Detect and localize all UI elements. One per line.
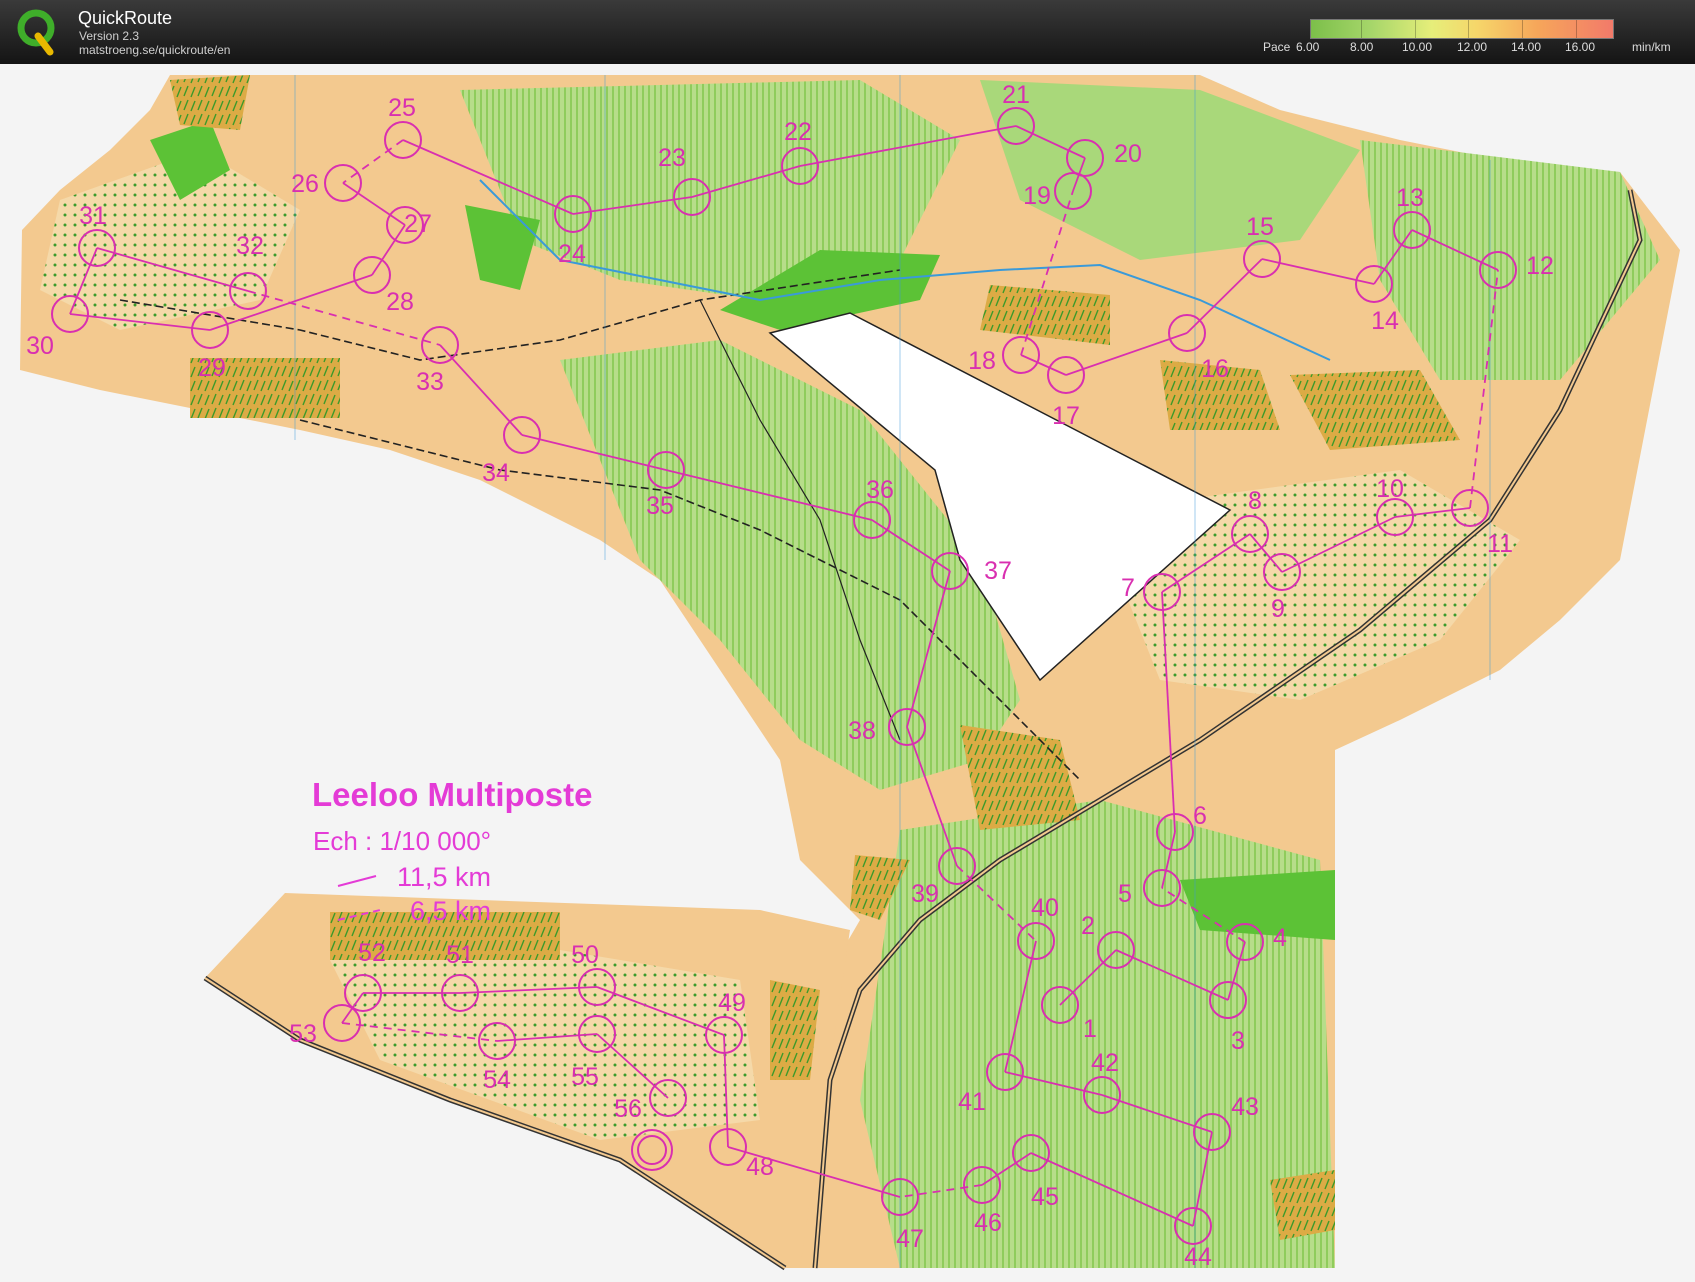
control-number: 45 — [1031, 1183, 1059, 1211]
control-number: 8 — [1248, 487, 1262, 515]
control-number: 31 — [79, 202, 107, 230]
control-number: 30 — [26, 332, 54, 360]
control-number: 49 — [718, 989, 746, 1017]
pace-tick: 8.00 — [1350, 40, 1374, 54]
pace-unit: min/km — [1632, 40, 1671, 54]
control-number: 46 — [974, 1209, 1002, 1237]
control-number: 5 — [1118, 880, 1132, 908]
map-legend-solid: 11,5 km — [397, 862, 492, 892]
control-number: 21 — [1002, 81, 1030, 109]
control-number: 41 — [958, 1088, 986, 1116]
app-version: Version 2.3 — [79, 29, 140, 43]
control-number: 23 — [658, 144, 686, 172]
app-header: QuickRoute Version 2.3 matstroeng.se/qui… — [0, 0, 1695, 64]
control-number: 14 — [1371, 307, 1399, 335]
map-legend-dashed: 6,5 km — [410, 896, 492, 926]
control-number: 26 — [291, 170, 319, 198]
control-number: 15 — [1246, 213, 1274, 241]
control-number: 48 — [746, 1153, 774, 1181]
pace-tick: 12.00 — [1457, 40, 1488, 54]
control-number: 20 — [1114, 140, 1142, 168]
solid-line-legend-icon — [337, 875, 377, 887]
control-number: 53 — [289, 1020, 317, 1048]
control-number: 39 — [911, 880, 939, 908]
control-number: 51 — [446, 941, 474, 969]
app-title: QuickRoute — [78, 8, 173, 28]
control-number: 6 — [1193, 802, 1207, 830]
control-number: 50 — [571, 941, 599, 969]
pace-tick: 6.00 — [1296, 40, 1320, 54]
pace-tick: 16.00 — [1565, 40, 1596, 54]
control-number: 12 — [1526, 252, 1554, 280]
control-number: 33 — [416, 368, 444, 396]
control-number: 42 — [1091, 1049, 1119, 1077]
map-canvas[interactable]: 1234567891011121314151617181920212223242… — [0, 64, 1695, 1282]
control-number: 25 — [388, 94, 416, 122]
control-number: 34 — [482, 459, 510, 487]
control-number: 44 — [1184, 1243, 1212, 1271]
pace-tick: 14.00 — [1511, 40, 1542, 54]
control-number: 19 — [1023, 182, 1051, 210]
control-number: 36 — [866, 476, 894, 504]
app-url[interactable]: matstroeng.se/quickroute/en — [79, 43, 230, 57]
control-number: 28 — [386, 288, 414, 316]
quickroute-logo-icon — [17, 9, 55, 56]
control-number: 16 — [1201, 355, 1229, 383]
control-number: 13 — [1396, 184, 1424, 212]
map-legend-scale: Ech : 1/10 000° — [313, 826, 492, 856]
control-number: 38 — [848, 717, 876, 745]
control-number: 11 — [1487, 530, 1513, 558]
control-number: 10 — [1376, 475, 1404, 503]
control-number: 54 — [483, 1066, 511, 1094]
control-number: 37 — [984, 557, 1012, 585]
control-number: 2 — [1081, 912, 1095, 940]
pace-color-scale — [1310, 19, 1614, 39]
orienteering-map[interactable]: 1 2 3 4 5 6 7 8 9 10 11 12 13 14 15 16 17 18 19 20 21 22 23 24 2… — [0, 64, 1695, 1282]
control-number: 27 — [404, 210, 432, 238]
dashed-line-legend-icon — [337, 909, 381, 921]
control-number: 55 — [571, 1063, 599, 1091]
control-number: 4 — [1273, 924, 1287, 952]
control-number: 32 — [236, 232, 264, 260]
pace-label: Pace — [1263, 40, 1291, 54]
control-number: 3 — [1231, 1027, 1245, 1055]
control-number: 22 — [784, 118, 812, 146]
control-number: 9 — [1271, 595, 1285, 623]
pace-tick: 10.00 — [1402, 40, 1433, 54]
control-number: 1 — [1083, 1015, 1097, 1043]
control-number: 7 — [1121, 574, 1135, 602]
control-number: 24 — [558, 240, 586, 268]
control-number: 40 — [1031, 894, 1059, 922]
control-number: 52 — [358, 939, 386, 967]
control-number: 29 — [198, 354, 226, 382]
control-number: 56 — [614, 1095, 642, 1123]
control-number: 17 — [1052, 402, 1080, 430]
control-number: 47 — [896, 1225, 924, 1253]
control-number: 35 — [646, 492, 674, 520]
control-number: 18 — [968, 347, 996, 375]
map-legend-title: Leeloo Multiposte — [312, 776, 593, 813]
control-number: 43 — [1231, 1093, 1259, 1121]
